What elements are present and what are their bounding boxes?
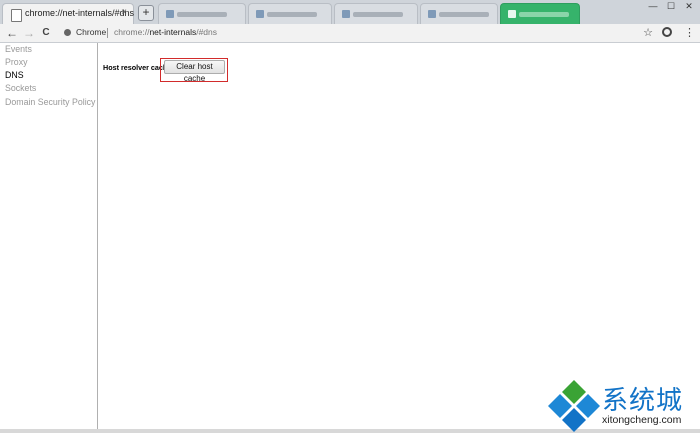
account-icon[interactable] <box>662 27 672 37</box>
blurred-tab-title <box>177 12 227 17</box>
sidebar-item-dns[interactable]: DNS <box>5 70 24 80</box>
tab-background[interactable] <box>420 3 498 24</box>
window-close-icon[interactable]: ✕ <box>680 0 698 12</box>
reload-icon[interactable]: C <box>38 25 54 41</box>
sidebar: Events Proxy DNS Sockets Domain Security… <box>0 43 98 429</box>
sidebar-item-events[interactable]: Events <box>5 44 32 54</box>
divider <box>107 28 108 38</box>
url-text: chrome://net-internals/#dns <box>114 27 217 37</box>
favicon-icon <box>342 10 350 18</box>
blurred-tab-title <box>267 12 317 17</box>
watermark-brand: 系统城 <box>602 386 684 416</box>
tab-background[interactable] <box>500 3 580 24</box>
highlight-box <box>160 58 228 82</box>
tab-close-icon[interactable]: × <box>121 7 127 18</box>
favicon-icon <box>166 10 174 18</box>
main-content: Host resolver cache Clear host cache <box>98 43 700 429</box>
browser-toolbar: ← → C Chrome chrome://net-internals/#dns… <box>0 24 700 43</box>
tab-background[interactable] <box>248 3 332 24</box>
watermark-logo-icon <box>548 380 600 432</box>
address-bar[interactable]: Chrome chrome://net-internals/#dns <box>60 25 630 41</box>
favicon-icon <box>428 10 436 18</box>
blurred-tab-title <box>439 12 489 17</box>
maximize-icon[interactable]: ☐ <box>662 0 680 12</box>
forward-icon[interactable]: → <box>21 25 37 41</box>
url-host: net-internals <box>149 27 197 37</box>
back-icon[interactable]: ← <box>4 25 20 41</box>
site-chip: Chrome <box>76 27 107 37</box>
minimize-icon[interactable]: — <box>644 0 662 12</box>
sidebar-item-sockets[interactable]: Sockets <box>5 83 36 93</box>
favicon-icon <box>508 10 516 18</box>
menu-icon[interactable]: ⋮ <box>684 25 695 41</box>
tab-title: chrome://net-internals/#dns <box>25 8 135 18</box>
tab-net-internals[interactable]: chrome://net-internals/#dns × <box>2 3 134 24</box>
new-tab-button[interactable]: + <box>138 5 154 21</box>
bookmark-star-icon[interactable]: ☆ <box>641 25 655 41</box>
tab-strip: chrome://net-internals/#dns × + — ☐ ✕ <box>0 0 700 25</box>
page-icon <box>11 9 22 22</box>
sidebar-item-proxy[interactable]: Proxy <box>5 57 28 67</box>
watermark: 系统城 xitongcheng.com <box>546 376 700 432</box>
url-scheme: chrome:// <box>114 27 150 37</box>
blurred-tab-title <box>519 12 569 17</box>
chrome-info-icon[interactable] <box>64 29 71 36</box>
favicon-icon <box>256 10 264 18</box>
sidebar-item-domain-security-policy[interactable]: Domain Security Policy <box>5 97 95 107</box>
watermark-domain: xitongcheng.com <box>602 414 682 426</box>
tab-background[interactable] <box>158 3 246 24</box>
blurred-tab-title <box>353 12 403 17</box>
url-path: /#dns <box>196 27 218 37</box>
tab-background[interactable] <box>334 3 418 24</box>
